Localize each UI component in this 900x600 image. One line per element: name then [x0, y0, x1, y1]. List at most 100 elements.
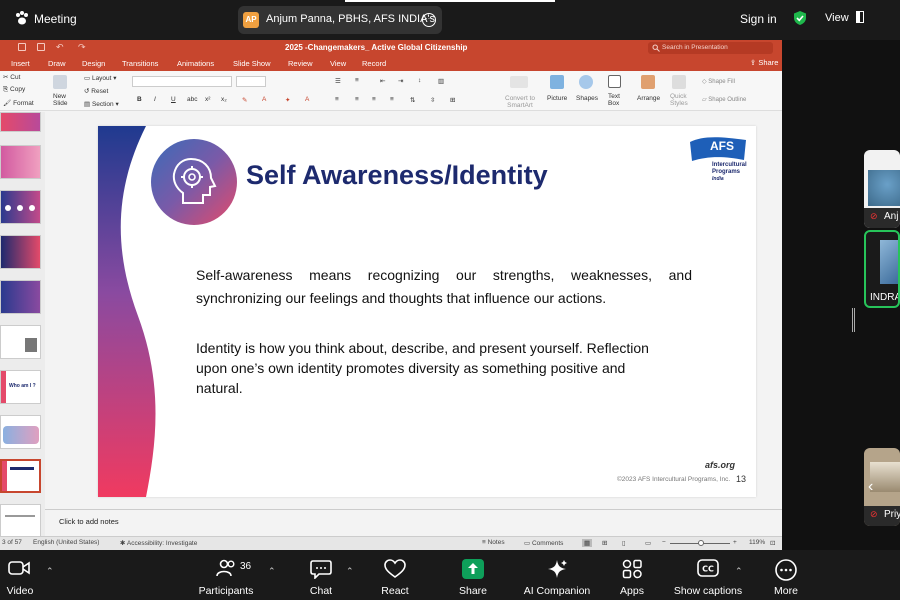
font-family-select[interactable] — [132, 76, 232, 87]
bullets-icon[interactable]: ☰ — [335, 77, 341, 85]
thumb-slide[interactable] — [0, 280, 41, 314]
quick-styles-label[interactable]: Quick Styles — [670, 93, 690, 107]
font-size-select[interactable] — [236, 76, 266, 87]
undo-icon[interactable]: ↶ — [56, 42, 64, 53]
save-icon[interactable] — [37, 43, 45, 51]
tab-draw[interactable]: Draw — [48, 59, 66, 68]
subscript-button[interactable]: x₂ — [221, 96, 227, 103]
current-slide[interactable]: Self Awareness/Identity AFS Intercultura… — [98, 126, 756, 497]
tab-design[interactable]: Design — [82, 59, 105, 68]
search-presentation-input[interactable]: Search in Presentation — [648, 42, 773, 54]
more-button[interactable]: More — [765, 550, 807, 600]
participant-tile[interactable]: ⊘ Anj — [864, 150, 900, 228]
layout-button[interactable]: ▭ Layout ▾ — [84, 74, 117, 82]
zoom-slider-handle[interactable] — [698, 540, 704, 546]
notes-button[interactable]: ≡ Notes — [482, 539, 505, 546]
thumb-slide[interactable] — [0, 325, 41, 359]
align-left-icon[interactable]: ≡ — [335, 96, 339, 103]
numbering-icon[interactable]: ≡ — [355, 77, 359, 84]
active-speaker-pill[interactable]: AP Anjum Panna, PBHS, AFS INDIA's ··· — [238, 6, 442, 34]
section-button[interactable]: ▤ Section ▾ — [84, 100, 119, 108]
comments-button[interactable]: ▭ Comments — [524, 539, 563, 547]
underline-button[interactable]: U — [171, 96, 176, 103]
accessibility-button[interactable]: ✱ Accessibility: Investigate — [120, 539, 197, 547]
thumb-slide[interactable] — [0, 235, 41, 269]
tab-view[interactable]: View — [330, 59, 346, 68]
video-options-caret-icon[interactable]: ⌃ — [46, 566, 54, 577]
align-right-icon[interactable]: ≡ — [372, 96, 376, 103]
ai-companion-button[interactable]: AI Companion — [520, 550, 594, 600]
captions-caret-icon[interactable]: ⌃ — [735, 566, 743, 577]
strikethrough-button[interactable]: abc — [187, 96, 197, 103]
new-slide-label[interactable]: New Slide — [53, 93, 69, 107]
italic-button[interactable]: I — [154, 96, 156, 103]
convert-smartart-label[interactable]: Convert to SmartArt — [502, 95, 538, 109]
cut-button[interactable]: ✂ Cut — [3, 73, 20, 81]
highlight-icon[interactable]: ✎ — [242, 96, 247, 104]
sign-in-link[interactable]: Sign in — [740, 12, 777, 26]
align-center-icon[interactable]: ≡ — [355, 96, 359, 103]
zoom-level[interactable]: 119% — [749, 539, 765, 546]
view-layout-icon[interactable] — [856, 11, 864, 23]
normal-view-icon[interactable]: ▦ — [582, 539, 593, 547]
picture-icon[interactable] — [550, 75, 564, 89]
arrange-icon[interactable] — [641, 75, 655, 89]
thumb-slide[interactable]: Who am I ? — [0, 370, 41, 404]
justify-icon[interactable]: ≡ — [390, 96, 394, 103]
columns-icon[interactable]: ▥ — [438, 77, 444, 85]
line-spacing-icon[interactable]: ↕ — [418, 77, 421, 84]
tab-slide-show[interactable]: Slide Show — [233, 59, 271, 68]
tab-transitions[interactable]: Transitions — [122, 59, 158, 68]
chat-caret-icon[interactable]: ⌃ — [346, 566, 354, 577]
copy-button[interactable]: ⎘ Copy — [3, 86, 25, 94]
thumb-slide-current[interactable] — [0, 459, 41, 493]
slide-sorter-icon[interactable]: ⊞ — [602, 539, 607, 547]
font-color-button[interactable]: A — [262, 96, 266, 103]
sidebar-resize-handle[interactable] — [852, 308, 855, 332]
reset-button[interactable]: ↺ Reset — [84, 87, 108, 95]
chat-button[interactable]: Chat — [300, 550, 342, 600]
video-button[interactable]: Video — [0, 550, 40, 600]
text-color-icon[interactable]: A — [305, 96, 309, 103]
language-status[interactable]: English (United States) — [33, 539, 99, 546]
security-shield-icon[interactable] — [792, 10, 808, 26]
shapes-icon[interactable] — [579, 75, 593, 89]
redo-icon[interactable]: ↷ — [78, 42, 86, 53]
fit-slide-icon[interactable]: ⊡ — [770, 539, 775, 547]
meeting-label[interactable]: Meeting — [34, 12, 77, 26]
zoom-out-icon[interactable]: − — [662, 539, 666, 546]
tab-insert[interactable]: Insert — [11, 59, 30, 68]
participants-button[interactable]: 36 Participants — [195, 550, 257, 600]
reading-view-icon[interactable]: ▯ — [622, 539, 626, 547]
format-painter-button[interactable]: 🖌 Format — [3, 99, 34, 107]
indent-decrease-icon[interactable]: ⇤ — [380, 77, 385, 85]
share-screen-button[interactable]: Share — [452, 550, 494, 600]
arrange-label[interactable]: Arrange — [637, 95, 660, 102]
thumb-slide[interactable] — [0, 145, 41, 179]
picture-label[interactable]: Picture — [547, 95, 567, 102]
smartart-icon[interactable] — [510, 76, 528, 88]
participants-caret-icon[interactable]: ⌃ — [268, 566, 276, 577]
more-options-icon[interactable]: ··· — [422, 13, 436, 27]
share-button[interactable]: ⇪ Share — [750, 58, 778, 67]
text-box-icon[interactable] — [608, 75, 621, 88]
apps-button[interactable]: Apps — [611, 550, 653, 600]
thumb-slide[interactable] — [0, 112, 41, 132]
text-box-options-icon[interactable]: ⊞ — [450, 96, 455, 104]
tab-animations[interactable]: Animations — [177, 59, 214, 68]
text-effects-icon[interactable]: ✦ — [285, 96, 290, 104]
bold-button[interactable]: B — [137, 96, 142, 103]
quick-styles-icon[interactable] — [672, 75, 686, 89]
participant-tile[interactable]: ‹ ⊘ Priy — [864, 448, 900, 526]
tab-record[interactable]: Record — [362, 59, 386, 68]
text-direction-icon[interactable]: ⇅ — [410, 96, 415, 104]
notes-placeholder[interactable]: Click to add notes — [59, 517, 119, 526]
view-button[interactable]: View — [825, 12, 849, 24]
shape-outline-button[interactable]: ▱ Shape Outline — [702, 96, 746, 103]
shapes-label[interactable]: Shapes — [576, 95, 598, 102]
previous-page-chevron-icon[interactable]: ‹ — [868, 478, 873, 496]
tab-review[interactable]: Review — [288, 59, 313, 68]
participant-tile-active[interactable]: INDRA — [864, 230, 900, 308]
zoom-in-icon[interactable]: + — [733, 539, 737, 546]
shape-fill-button[interactable]: ◇ Shape Fill — [702, 78, 735, 85]
